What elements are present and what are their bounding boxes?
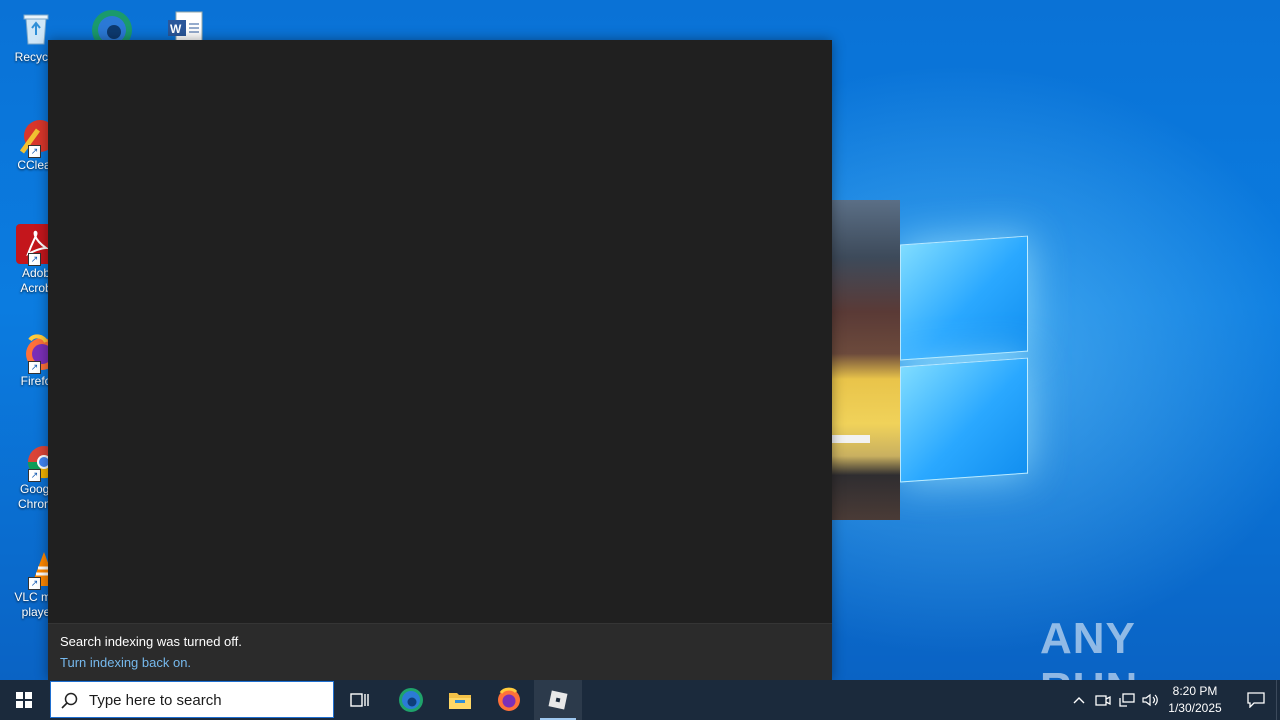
system-clock[interactable]: 8:20 PM 1/30/2025	[1160, 683, 1230, 717]
network-icon[interactable]	[1118, 691, 1136, 709]
word-document-icon[interactable]: W	[166, 10, 206, 43]
file-explorer-icon	[449, 693, 471, 709]
clock-date: 1/30/2025	[1168, 701, 1222, 715]
search-icon	[61, 692, 78, 709]
turn-indexing-on-link[interactable]: Turn indexing back on.	[60, 655, 191, 670]
action-center-button[interactable]	[1236, 680, 1276, 720]
edge-icon	[399, 688, 423, 712]
indexing-notice: Search indexing was turned off. Turn ind…	[48, 623, 832, 680]
clock-time: 8:20 PM	[1172, 684, 1218, 698]
svg-text:W: W	[170, 22, 182, 36]
roblox-icon	[548, 690, 568, 710]
volume-icon[interactable]	[1142, 691, 1160, 709]
edge-desktop-icon[interactable]	[88, 6, 136, 50]
search-panel: Search indexing was turned off. Turn ind…	[48, 40, 832, 680]
meet-now-icon[interactable]	[1094, 691, 1112, 709]
start-button[interactable]	[0, 680, 48, 720]
taskbar-roblox-button[interactable]	[534, 680, 582, 720]
search-input[interactable]	[89, 690, 319, 710]
show-desktop-button[interactable]	[1276, 680, 1280, 720]
task-view-button[interactable]	[336, 680, 384, 720]
windows-logo-wallpaper	[900, 235, 1030, 484]
anyrun-watermark: ANY RUN	[1040, 612, 1240, 680]
taskbar-search-box[interactable]	[50, 681, 334, 718]
taskbar-edge-button[interactable]	[387, 680, 435, 720]
show-hidden-icons-chevron-icon[interactable]	[1070, 691, 1088, 709]
taskbar: 8:20 PM 1/30/2025	[0, 680, 1280, 720]
task-view-icon	[350, 693, 369, 707]
taskbar-firefox-button[interactable]	[485, 680, 533, 720]
taskbar-file-explorer-button[interactable]	[436, 680, 484, 720]
firefox-icon	[498, 687, 520, 711]
watermark-text: ANY RUN	[1040, 614, 1137, 680]
windows-start-icon	[16, 692, 32, 708]
indexing-message: Search indexing was turned off.	[60, 634, 242, 649]
notification-icon	[1247, 692, 1265, 708]
background-app-window[interactable]	[832, 200, 900, 520]
